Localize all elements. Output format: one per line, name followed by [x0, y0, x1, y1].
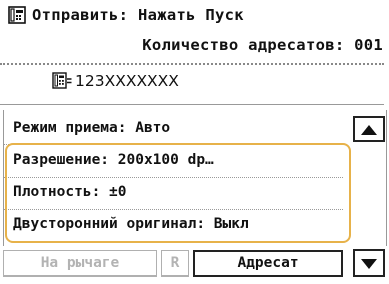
scroll-up-button[interactable]: [353, 116, 385, 142]
fax-number-text: 123XXXXXXX: [75, 72, 179, 90]
fax-send-screen: Отправить: Нажать Пуск Количество адреса…: [0, 0, 389, 284]
up-arrow-icon: [361, 120, 377, 139]
recipient-count: Количество адресатов: 001: [142, 36, 383, 54]
setting-resolution[interactable]: Разрешение: 200x100 dp…: [3, 145, 343, 176]
r-button[interactable]: R: [161, 250, 189, 277]
fax-icon: [8, 6, 26, 24]
setting-rx-mode[interactable]: Режим приема: Авто: [3, 113, 343, 144]
destination-button[interactable]: Адресат: [193, 250, 343, 277]
divider: [0, 63, 384, 65]
down-arrow-icon: [361, 254, 377, 273]
setting-duplex-original[interactable]: Двусторонний оригинал: Выкл: [3, 209, 343, 240]
divider: [0, 104, 384, 105]
send-status-text: Отправить: Нажать Пуск: [32, 6, 244, 24]
setting-density[interactable]: Плотность: ±0: [3, 177, 343, 208]
send-status: Отправить: Нажать Пуск: [8, 6, 244, 24]
fax-icon: [52, 72, 72, 90]
scroll-down-button[interactable]: [353, 249, 385, 277]
on-hook-button[interactable]: На рычаге: [3, 250, 157, 277]
destination-number: 123XXXXXXX: [52, 72, 179, 90]
